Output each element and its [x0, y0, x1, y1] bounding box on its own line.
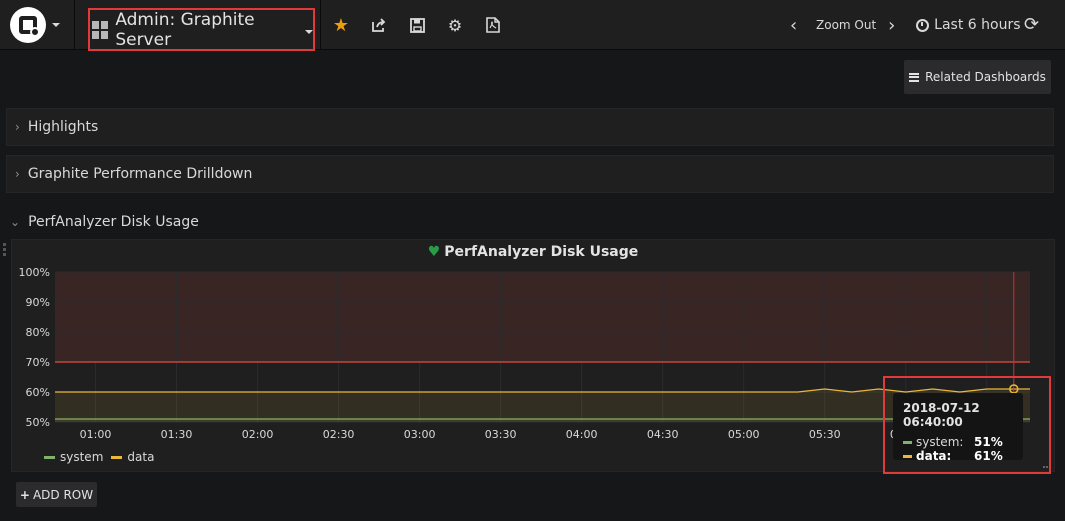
x-tick-label: 01:00	[80, 428, 112, 441]
zoom-out-button[interactable]: Zoom Out	[816, 18, 876, 32]
chart-legend: system data	[44, 450, 162, 464]
star-icon[interactable]: ★	[330, 14, 352, 36]
y-tick-label: 70%	[26, 356, 50, 369]
grafana-logo-icon	[10, 7, 46, 43]
legend-label: system	[60, 450, 104, 464]
x-tick-label: 03:30	[485, 428, 517, 441]
nav-divider	[74, 0, 75, 50]
top-navbar: Admin: Graphite Server ★ ⚙ ‹ Zoom Out › …	[0, 0, 1065, 51]
row-title: Graphite Performance Drilldown	[27, 166, 253, 182]
row-title: PerfAnalyzer Disk Usage	[28, 214, 199, 230]
pdf-icon[interactable]	[482, 14, 504, 36]
annotation-highlight	[883, 376, 1051, 474]
x-tick-label: 04:00	[566, 428, 598, 441]
row-highlights[interactable]: › Highlights	[6, 108, 1054, 146]
related-dashboards-label: Related Dashboards	[925, 70, 1046, 84]
x-tick-label: 05:30	[809, 428, 841, 441]
caret-down-icon	[52, 23, 60, 27]
dashboard-grid-icon	[92, 20, 109, 39]
caret-down-icon	[305, 29, 313, 34]
add-row-button[interactable]: + ADD ROW	[16, 482, 97, 507]
legend-label: data	[127, 450, 155, 464]
menu-icon	[909, 72, 920, 82]
x-tick-label: 05:00	[728, 428, 760, 441]
nav-divider	[320, 0, 321, 50]
share-icon[interactable]	[368, 14, 390, 36]
dashboard-actions: ★ ⚙	[330, 14, 520, 36]
legend-swatch	[44, 455, 55, 459]
logo-menu-button[interactable]	[10, 6, 68, 44]
x-tick-label: 02:00	[242, 428, 274, 441]
y-tick-label: 100%	[19, 266, 50, 279]
refresh-icon[interactable]: ⟳	[1024, 14, 1039, 35]
chevron-left-icon[interactable]: ‹	[790, 15, 804, 36]
time-controls: ‹ Zoom Out › Last 6 hours	[790, 12, 1021, 38]
x-tick-label: 04:30	[647, 428, 679, 441]
x-tick-label: 01:30	[161, 428, 193, 441]
clock-icon	[916, 18, 930, 32]
legend-swatch	[111, 455, 123, 459]
legend-item-data[interactable]: data	[111, 450, 154, 464]
chevron-right-icon[interactable]: ›	[888, 15, 902, 36]
chevron-right-icon: ›	[15, 167, 20, 181]
row-title: Highlights	[27, 119, 99, 135]
y-tick-label: 80%	[26, 326, 50, 339]
dashboard-title: Admin: Graphite Server	[115, 9, 255, 50]
y-tick-label: 90%	[26, 296, 50, 309]
row-graphite-performance[interactable]: › Graphite Performance Drilldown	[6, 155, 1054, 193]
related-dashboards-button[interactable]: Related Dashboards	[904, 60, 1051, 94]
chevron-right-icon: ›	[15, 120, 20, 134]
threshold-area	[55, 272, 1030, 362]
row-perfanalyzer-disk-usage[interactable]: ⌄ PerfAnalyzer Disk Usage	[6, 210, 199, 234]
save-icon[interactable]	[406, 14, 428, 36]
gear-icon[interactable]: ⚙	[444, 14, 466, 36]
y-tick-label: 50%	[26, 416, 50, 429]
x-tick-label: 03:00	[404, 428, 436, 441]
dashboard-picker[interactable]: Admin: Graphite Server	[88, 8, 315, 51]
chevron-down-icon: ⌄	[10, 215, 21, 229]
legend-item-system[interactable]: system	[44, 450, 103, 464]
x-tick-label: 02:30	[323, 428, 355, 441]
time-range-picker[interactable]: Last 6 hours	[916, 17, 1021, 33]
add-row-label: ADD ROW	[32, 487, 94, 502]
y-tick-label: 60%	[26, 386, 50, 399]
time-range-label: Last 6 hours	[934, 17, 1021, 33]
drag-handle-icon[interactable]	[3, 243, 7, 257]
plus-icon: +	[19, 487, 30, 502]
